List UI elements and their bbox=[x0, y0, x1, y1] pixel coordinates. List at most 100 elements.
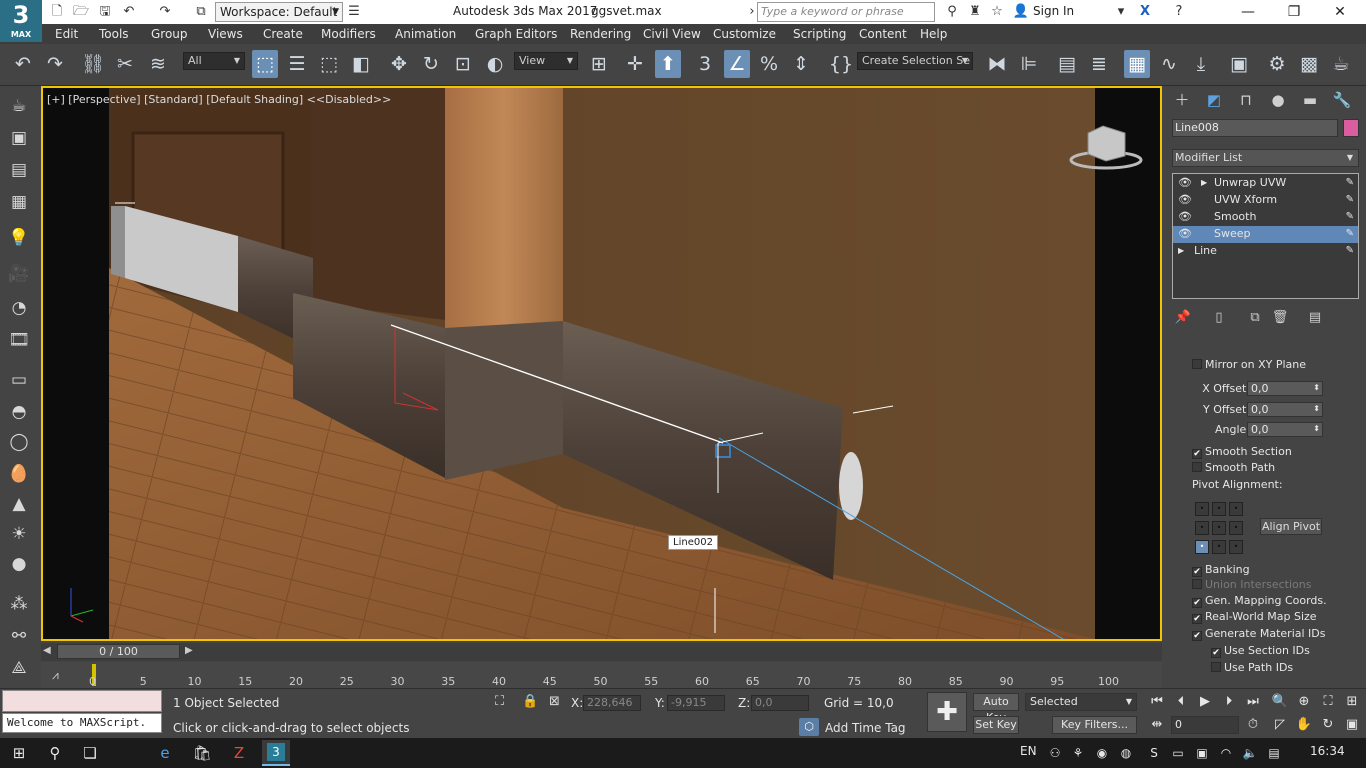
x-coordinate-field[interactable]: 228,646 bbox=[583, 695, 641, 711]
align-icon[interactable]: ⊫ bbox=[1016, 50, 1042, 78]
smooth-section-checkbox[interactable]: ✔ Smooth Section bbox=[1192, 445, 1292, 459]
select-by-name-icon[interactable]: ☰ bbox=[284, 50, 310, 78]
use-path-ids-radio[interactable]: Use Path IDs bbox=[1211, 661, 1293, 675]
pan-icon[interactable]: ✋ bbox=[1294, 716, 1314, 734]
menu-customize[interactable]: Customize bbox=[713, 27, 776, 41]
isolate-selection-icon[interactable]: ⛶ bbox=[495, 694, 504, 709]
pivot-top-left[interactable]: • bbox=[1195, 502, 1209, 516]
window-crossing-icon[interactable]: ◧ bbox=[348, 50, 374, 78]
material-ball-icon[interactable]: ● bbox=[6, 552, 32, 576]
eye-icon[interactable]: 👁 bbox=[1178, 226, 1192, 242]
object-name-field[interactable]: Line008 bbox=[1172, 119, 1338, 137]
snaps-toggle-icon[interactable]: 3 bbox=[692, 50, 718, 78]
restore-button[interactable]: ❐ bbox=[1274, 2, 1314, 22]
time-tag-icon[interactable]: ⬡ bbox=[799, 718, 819, 736]
zoom-all-icon[interactable]: ⊕ bbox=[1294, 693, 1314, 711]
key-mode-dropdown[interactable]: Selected ▼ bbox=[1025, 693, 1137, 711]
percent-snap-icon[interactable]: % bbox=[756, 50, 782, 78]
layer-explorer-icon[interactable]: ▤ bbox=[1054, 50, 1080, 78]
zoom-extents-all-icon[interactable]: ⊞ bbox=[1342, 693, 1362, 711]
field-of-view-icon[interactable]: ◸ bbox=[1270, 716, 1290, 734]
audio-icon[interactable]: ◔ bbox=[6, 296, 32, 320]
align-pivot-button[interactable]: Align Pivot bbox=[1260, 518, 1322, 535]
undo-icon[interactable]: ↶ bbox=[120, 3, 138, 21]
next-frame-arrow-icon[interactable]: ▶ bbox=[185, 645, 193, 656]
menu-tools[interactable]: Tools bbox=[99, 27, 129, 41]
menu-rendering[interactable]: Rendering bbox=[570, 27, 631, 41]
perspective-viewport[interactable]: [+] [Perspective] [Standard] [Default Sh… bbox=[41, 86, 1162, 641]
box-icon[interactable]: ▭ bbox=[6, 368, 32, 392]
tray-icon[interactable]: ▭ bbox=[1168, 741, 1188, 765]
task-view-icon[interactable]: ❏ bbox=[75, 741, 105, 765]
go-to-end-icon[interactable]: ⏭ bbox=[1243, 693, 1263, 711]
close-button[interactable]: ✕ bbox=[1320, 2, 1360, 22]
document-icon[interactable]: ▤ bbox=[6, 158, 32, 182]
hierarchy-tab-icon[interactable]: ⊓ bbox=[1234, 90, 1258, 110]
angle-spinner[interactable]: 0,0 ⬍ bbox=[1247, 422, 1323, 437]
time-configuration-icon[interactable]: ⏱ bbox=[1243, 716, 1263, 734]
utilities-tab-icon[interactable]: 🔧 bbox=[1330, 90, 1354, 110]
helper-icon[interactable]: ⟁ bbox=[6, 656, 32, 680]
menu-help[interactable]: Help bbox=[920, 27, 947, 41]
scale-icon[interactable]: ⊡ bbox=[450, 50, 476, 78]
hemisphere-icon[interactable]: ◓ bbox=[6, 400, 32, 424]
subscription-icon[interactable]: ♜ bbox=[966, 3, 984, 21]
placement-icon[interactable]: ◐ bbox=[482, 50, 508, 78]
binoculars-icon[interactable]: ⚲ bbox=[943, 3, 961, 21]
create-tab-icon[interactable]: ＋ bbox=[1170, 90, 1194, 110]
film-camera-icon[interactable]: 🎞 bbox=[6, 328, 32, 352]
absolute-mode-icon[interactable]: ⊠ bbox=[549, 694, 560, 709]
stack-item-line[interactable]: ▶ Line ✎ bbox=[1173, 243, 1358, 260]
layers-icon[interactable]: ≣ bbox=[1086, 50, 1112, 78]
y-coordinate-field[interactable]: -9,915 bbox=[667, 695, 725, 711]
material-editor-icon[interactable]: ▣ bbox=[1226, 50, 1252, 78]
make-unique-icon[interactable]: ⧉ bbox=[1245, 309, 1265, 327]
use-section-ids-radio[interactable]: ✔ Use Section IDs bbox=[1211, 644, 1310, 658]
named-selection-dropdown[interactable]: Create Selection Se ▼ bbox=[857, 52, 973, 70]
orbit-icon[interactable]: ↻ bbox=[1318, 716, 1338, 734]
sphere-icon[interactable]: ◯ bbox=[6, 430, 32, 454]
render-setup-icon[interactable]: ⚙ bbox=[1264, 50, 1290, 78]
maxscript-output[interactable]: Welcome to MAXScript. bbox=[2, 713, 162, 733]
link-icon[interactable]: ⛓ bbox=[80, 50, 106, 78]
schematic-view-icon[interactable]: ⤓ bbox=[1188, 50, 1214, 78]
keyboard-shortcut-override-icon[interactable]: ⬆ bbox=[655, 50, 681, 78]
menu-modifiers[interactable]: Modifiers bbox=[321, 27, 376, 41]
x-offset-spinner[interactable]: 0,0 ⬍ bbox=[1247, 381, 1323, 396]
mirror-icon[interactable]: ⧓ bbox=[984, 50, 1010, 78]
pin-stack-icon[interactable]: 📌 bbox=[1173, 309, 1193, 327]
menu-scripting[interactable]: Scripting bbox=[793, 27, 846, 41]
reference-coordinate-dropdown[interactable]: View ▼ bbox=[514, 52, 578, 70]
time-slider-thumb[interactable]: 0 / 100 bbox=[57, 644, 180, 659]
add-time-tag-button[interactable]: Add Time Tag bbox=[825, 721, 906, 735]
windows-start-icon[interactable]: ⊞ bbox=[4, 741, 34, 765]
mirror-xy-checkbox[interactable]: Mirror on XY Plane bbox=[1192, 358, 1306, 372]
remove-modifier-icon[interactable]: 🗑 bbox=[1270, 309, 1290, 327]
store-icon[interactable]: 🛍 bbox=[187, 741, 217, 765]
prev-frame-arrow-icon[interactable]: ◀ bbox=[43, 645, 51, 656]
pivot-middle-right[interactable]: • bbox=[1229, 521, 1243, 535]
cone-icon[interactable]: ▲ bbox=[6, 492, 32, 516]
next-frame-icon[interactable]: ⏵ bbox=[1219, 693, 1239, 711]
clock[interactable]: 16:34 bbox=[1310, 744, 1345, 758]
gen-mapping-checkbox[interactable]: ✔ Gen. Mapping Coords. bbox=[1192, 594, 1327, 608]
modify-tab-icon[interactable]: ◩ bbox=[1202, 90, 1226, 110]
workspace-dropdown[interactable]: Workspace: Default ▼ bbox=[215, 2, 343, 22]
select-object-icon[interactable]: ⬚ bbox=[252, 50, 278, 78]
bind-space-warp-icon[interactable]: ≋ bbox=[145, 50, 171, 78]
rendered-frame-window-icon[interactable]: ▩ bbox=[1296, 50, 1322, 78]
new-file-icon[interactable]: 🗋 bbox=[48, 3, 66, 21]
show-end-result-icon[interactable]: ▯ bbox=[1209, 309, 1229, 327]
rectangle-selection-icon[interactable]: ⬚ bbox=[316, 50, 342, 78]
3ds-max-taskbar-button[interactable]: 3 bbox=[262, 740, 290, 766]
menu-group[interactable]: Group bbox=[151, 27, 188, 41]
skype-icon[interactable]: S bbox=[1144, 741, 1164, 765]
go-to-start-icon[interactable]: ⏮ bbox=[1147, 693, 1167, 711]
object-color-swatch[interactable] bbox=[1343, 119, 1359, 137]
banking-checkbox[interactable]: ✔ Banking bbox=[1192, 563, 1250, 577]
pivot-top-right[interactable]: • bbox=[1229, 502, 1243, 516]
maxscript-listener-input[interactable] bbox=[2, 690, 162, 712]
link-tool-icon[interactable]: ⚯ bbox=[6, 624, 32, 648]
curve-editor-mini-icon[interactable]: ⩘ bbox=[52, 668, 59, 683]
open-folder-icon[interactable]: 🗁 bbox=[72, 3, 90, 21]
